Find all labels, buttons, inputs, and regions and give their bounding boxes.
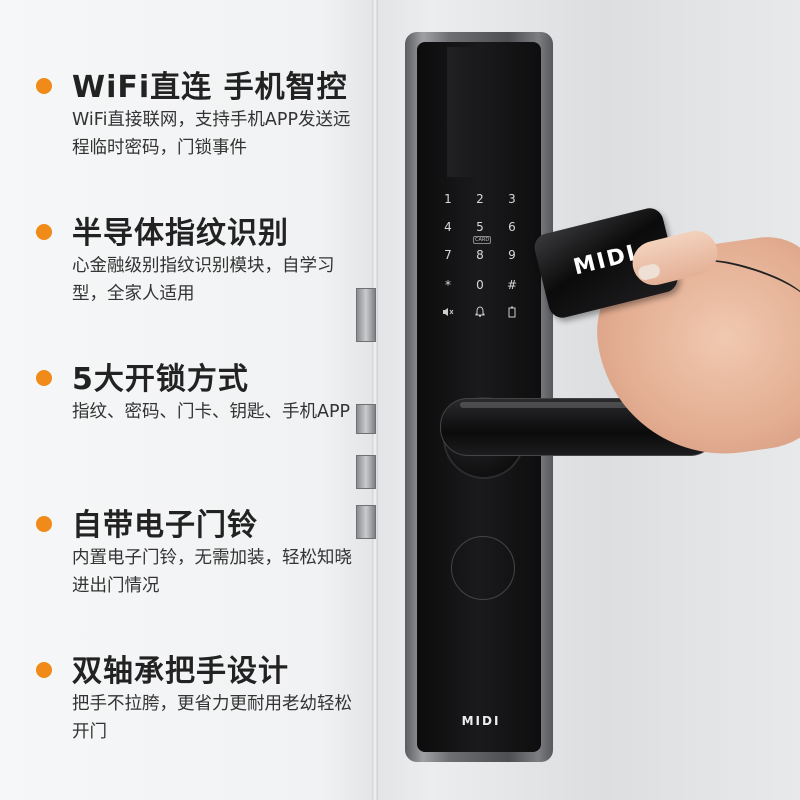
key-1[interactable]: 1	[437, 192, 459, 206]
feature-title: 自带电子门铃	[72, 508, 258, 543]
door-latch	[356, 505, 376, 539]
key-8[interactable]: 8	[469, 248, 491, 262]
smart-lock: 1 2 3 4 5 6 CARD 7 8 9 * 0 # MIDI	[405, 32, 553, 762]
feature-desc: 把手不拉胯，更省力更耐用老幼轻松开门	[72, 694, 352, 742]
mute-icon[interactable]	[437, 306, 459, 320]
feature-title: WiFi直连 手机智控	[72, 70, 348, 105]
product-banner: WiFi直连 手机智控 WiFi直接联网，支持手机APP发送远程临时密码，门锁事…	[0, 0, 800, 800]
feature-list: WiFi直连 手机智控 WiFi直接联网，支持手机APP发送远程临时密码，门锁事…	[30, 62, 355, 792]
feature-item: 双轴承把手设计 把手不拉胯，更省力更耐用老幼轻松开门	[30, 646, 355, 792]
bullet-dot	[36, 78, 52, 94]
bullet-dot	[36, 224, 52, 240]
bell-icon[interactable]	[469, 306, 491, 320]
feature-item: WiFi直连 手机智控 WiFi直接联网，支持手机APP发送远程临时密码，门锁事…	[30, 62, 355, 208]
feature-desc: 心金融级别指纹识别模块，自学习型，全家人适用	[72, 256, 335, 304]
feature-item: 5大开锁方式 指纹、密码、门卡、钥匙、手机APP	[30, 354, 355, 500]
key-0[interactable]: 0	[469, 278, 491, 292]
key-6[interactable]: 6	[501, 220, 523, 234]
feature-desc: WiFi直接联网，支持手机APP发送远程临时密码，门锁事件	[72, 110, 351, 158]
lock-face: 1 2 3 4 5 6 CARD 7 8 9 * 0 # MIDI	[417, 42, 541, 752]
battery-icon	[501, 306, 523, 321]
key-9[interactable]: 9	[501, 248, 523, 262]
bullet-dot	[36, 516, 52, 532]
door-latch	[356, 404, 376, 434]
glass-highlight	[447, 47, 477, 177]
bullet-dot	[36, 370, 52, 386]
feature-item: 自带电子门铃 内置电子门铃，无需加装，轻松知晓进出门情况	[30, 500, 355, 646]
feature-title: 双轴承把手设计	[72, 654, 289, 689]
key-4[interactable]: 4	[437, 220, 459, 234]
feature-title: 5大开锁方式	[72, 362, 249, 397]
bullet-dot	[36, 662, 52, 678]
feature-desc: 内置电子门铃，无需加装，轻松知晓进出门情况	[72, 548, 352, 596]
key-2[interactable]: 2	[469, 192, 491, 206]
key-7[interactable]: 7	[437, 248, 459, 262]
key-star[interactable]: *	[437, 278, 459, 292]
key-5[interactable]: 5	[469, 220, 491, 234]
card-reader-tag: CARD	[473, 236, 492, 244]
feature-item: 半导体指纹识别 心金融级别指纹识别模块，自学习型，全家人适用	[30, 208, 355, 354]
feature-title: 半导体指纹识别	[72, 216, 289, 251]
key-hash[interactable]: #	[501, 278, 523, 292]
door-latch	[356, 455, 376, 489]
key-3[interactable]: 3	[501, 192, 523, 206]
door-latch	[356, 288, 376, 342]
card-sensor-ring	[451, 536, 515, 600]
door-seam	[372, 0, 378, 800]
feature-desc: 指纹、密码、门卡、钥匙、手机APP	[72, 402, 351, 422]
brand-logo: MIDI	[461, 714, 501, 728]
